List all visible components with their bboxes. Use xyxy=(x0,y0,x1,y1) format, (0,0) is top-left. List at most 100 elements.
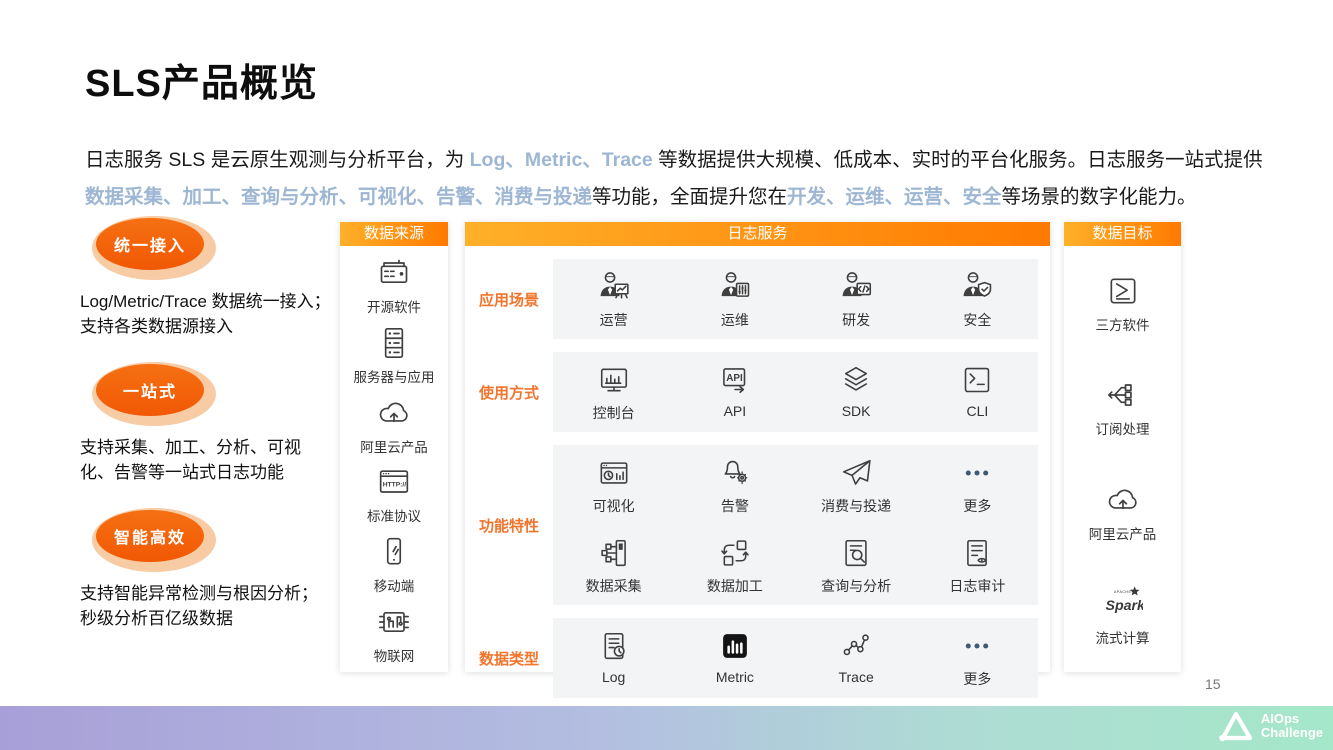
item-消费与投递: 消费与投递 xyxy=(796,454,917,516)
item-CLI: CLI xyxy=(917,361,1038,423)
row-band: LogMetricTrace更多 xyxy=(553,618,1038,698)
log-service-rows: 应用场景运营运维研发安全使用方式控制台APIAPISDKCLI功能特性可视化告警… xyxy=(465,259,1050,698)
item-label: 三方软件 xyxy=(1096,314,1150,334)
item-label: Metric xyxy=(716,669,754,685)
svg-text:Spark: Spark xyxy=(1105,598,1143,614)
svg-text:APACHE: APACHE xyxy=(1113,590,1131,594)
item-label: 可视化 xyxy=(593,496,635,516)
item-更多: 更多 xyxy=(917,627,1038,689)
item-label: 控制台 xyxy=(593,403,635,423)
item-label: 数据采集 xyxy=(586,576,642,596)
row-label: 使用方式 xyxy=(465,382,553,403)
intro-seg3: 等功能，全面提升您在 xyxy=(592,186,787,208)
feature-badge: 一站式 xyxy=(92,362,216,426)
data-targets-header: 数据目标 xyxy=(1064,222,1181,246)
item-label: 研发 xyxy=(842,310,870,330)
row-label: 数据类型 xyxy=(465,648,553,669)
intro-highlight-1: Log、Metric、Trace xyxy=(470,149,653,171)
item-label: 数据加工 xyxy=(707,576,763,596)
item-label: 阿里云产品 xyxy=(1089,523,1157,543)
data-sources-header: 数据来源 xyxy=(340,222,448,246)
person-shield-icon xyxy=(958,268,996,306)
service-row-数据类型: 数据类型LogMetricTrace更多 xyxy=(465,618,1038,698)
person-code-icon xyxy=(837,268,875,306)
row-line: 运营运维研发安全 xyxy=(553,268,1038,330)
more-dots-icon xyxy=(958,454,996,492)
iot-chip-icon xyxy=(374,602,414,642)
item-订阅处理: 订阅处理 xyxy=(1096,375,1150,438)
item-SDK: SDK xyxy=(796,361,917,423)
badge-label: 统一接入 xyxy=(96,218,204,270)
log-service-header: 日志服务 xyxy=(465,222,1050,246)
spark-icon: Spark APACHE xyxy=(1103,584,1143,624)
metric-bars-icon xyxy=(716,627,754,665)
service-row-应用场景: 应用场景运营运维研发安全 xyxy=(465,259,1038,339)
intro-paragraph: 日志服务 SLS 是云原生观测与分析平台，为 Log、Metric、Trace … xyxy=(85,142,1295,216)
row-line: 控制台APIAPISDKCLI xyxy=(553,361,1038,423)
item-阿里云产品: 阿里云产品 xyxy=(1089,480,1157,543)
radio-icon xyxy=(374,253,414,293)
slide: SLS产品概览 日志服务 SLS 是云原生观测与分析平台，为 Log、Metri… xyxy=(0,0,1333,750)
item-开源软件: 开源软件 xyxy=(367,253,421,316)
more-dots-icon xyxy=(958,627,996,665)
item-label: SDK xyxy=(842,403,871,419)
audit-doc-icon xyxy=(958,534,996,572)
item-查询与分析: 查询与分析 xyxy=(796,534,917,596)
row-line: 可视化 告警 消费与投递更多 xyxy=(553,454,1038,516)
item-label: 运维 xyxy=(721,310,749,330)
item-告警: 告警 xyxy=(674,454,795,516)
data-sources-panel: 数据来源 开源软件服务器与应用阿里云产品HTTP://标准协议移动端物联网 xyxy=(340,222,448,672)
logo-line-2: Challenge xyxy=(1261,725,1323,740)
logo-line-1: AIOps xyxy=(1261,711,1299,726)
item-Trace: Trace xyxy=(796,627,917,689)
item-移动端: 移动端 xyxy=(374,532,415,595)
row-line: 数据采集 数据加工 查询与分析日志审计 xyxy=(553,534,1038,596)
item-label: CLI xyxy=(966,403,988,419)
item-label: 物联网 xyxy=(374,645,415,665)
svg-text:API: API xyxy=(726,373,743,384)
aiops-triangle-icon xyxy=(1218,710,1254,742)
data-transform-icon xyxy=(716,534,754,572)
item-label: 运营 xyxy=(600,310,628,330)
intro-seg4: 等场景的数字化能力。 xyxy=(1002,186,1197,208)
log-service-panel: 日志服务 应用场景运营运维研发安全使用方式控制台APIAPISDKCLI功能特性… xyxy=(465,222,1050,672)
aiops-challenge-logo: AIOps Challenge xyxy=(1218,710,1323,742)
feature-unified-access: 统一接入 Log/Metric/Trace 数据统一接入；支持各类数据源接入 xyxy=(80,216,332,339)
item-控制台: 控制台 xyxy=(553,361,674,423)
cloud-upload-icon xyxy=(1103,480,1143,520)
subscribe-icon xyxy=(1103,375,1143,415)
cli-icon xyxy=(958,361,996,399)
item-label: 更多 xyxy=(963,669,991,689)
feature-badge: 智能高效 xyxy=(92,508,216,572)
item-label: 更多 xyxy=(963,496,991,516)
row-band: 控制台APIAPISDKCLI xyxy=(553,352,1038,432)
feature-description: 支持采集、加工、分析、可视化、告警等一站式日志功能 xyxy=(80,436,332,485)
person-chart-icon xyxy=(595,268,633,306)
item-label: 日志审计 xyxy=(949,576,1005,596)
item-label: 阿里云产品 xyxy=(360,436,428,456)
row-band: 运营运维研发安全 xyxy=(553,259,1038,339)
item-label: 告警 xyxy=(721,496,749,516)
feature-smart-efficient: 智能高效 支持智能异常检测与根因分析；秒级分析百亿级数据 xyxy=(80,508,332,631)
item-数据采集: 数据采集 xyxy=(553,534,674,596)
item-物联网: 物联网 xyxy=(374,602,415,665)
row-label: 应用场景 xyxy=(465,289,553,310)
service-row-使用方式: 使用方式控制台APIAPISDKCLI xyxy=(465,352,1038,432)
logo-text: AIOps Challenge xyxy=(1261,712,1323,740)
intro-highlight-3: 开发、运维、运营、安全 xyxy=(787,186,1002,208)
intro-seg1: 日志服务 SLS 是云原生观测与分析平台，为 xyxy=(85,149,470,171)
console-icon xyxy=(595,361,633,399)
intro-highlight-2: 数据采集、加工、查询与分析、可视化、告警、消费与投递 xyxy=(85,186,592,208)
log-doc-icon xyxy=(595,627,633,665)
badge-label: 一站式 xyxy=(96,364,204,416)
data-collect-icon xyxy=(595,534,633,572)
item-阿里云产品: 阿里云产品 xyxy=(360,393,428,456)
item-更多: 更多 xyxy=(917,454,1038,516)
dashboard-icon xyxy=(595,454,633,492)
feature-description: Log/Metric/Trace 数据统一接入；支持各类数据源接入 xyxy=(80,290,332,339)
item-label: 订阅处理 xyxy=(1096,418,1150,438)
sdk-icon xyxy=(837,361,875,399)
item-运维: 运维 xyxy=(674,268,795,330)
http-icon: HTTP:// xyxy=(374,462,414,502)
item-label: 服务器与应用 xyxy=(354,366,435,386)
